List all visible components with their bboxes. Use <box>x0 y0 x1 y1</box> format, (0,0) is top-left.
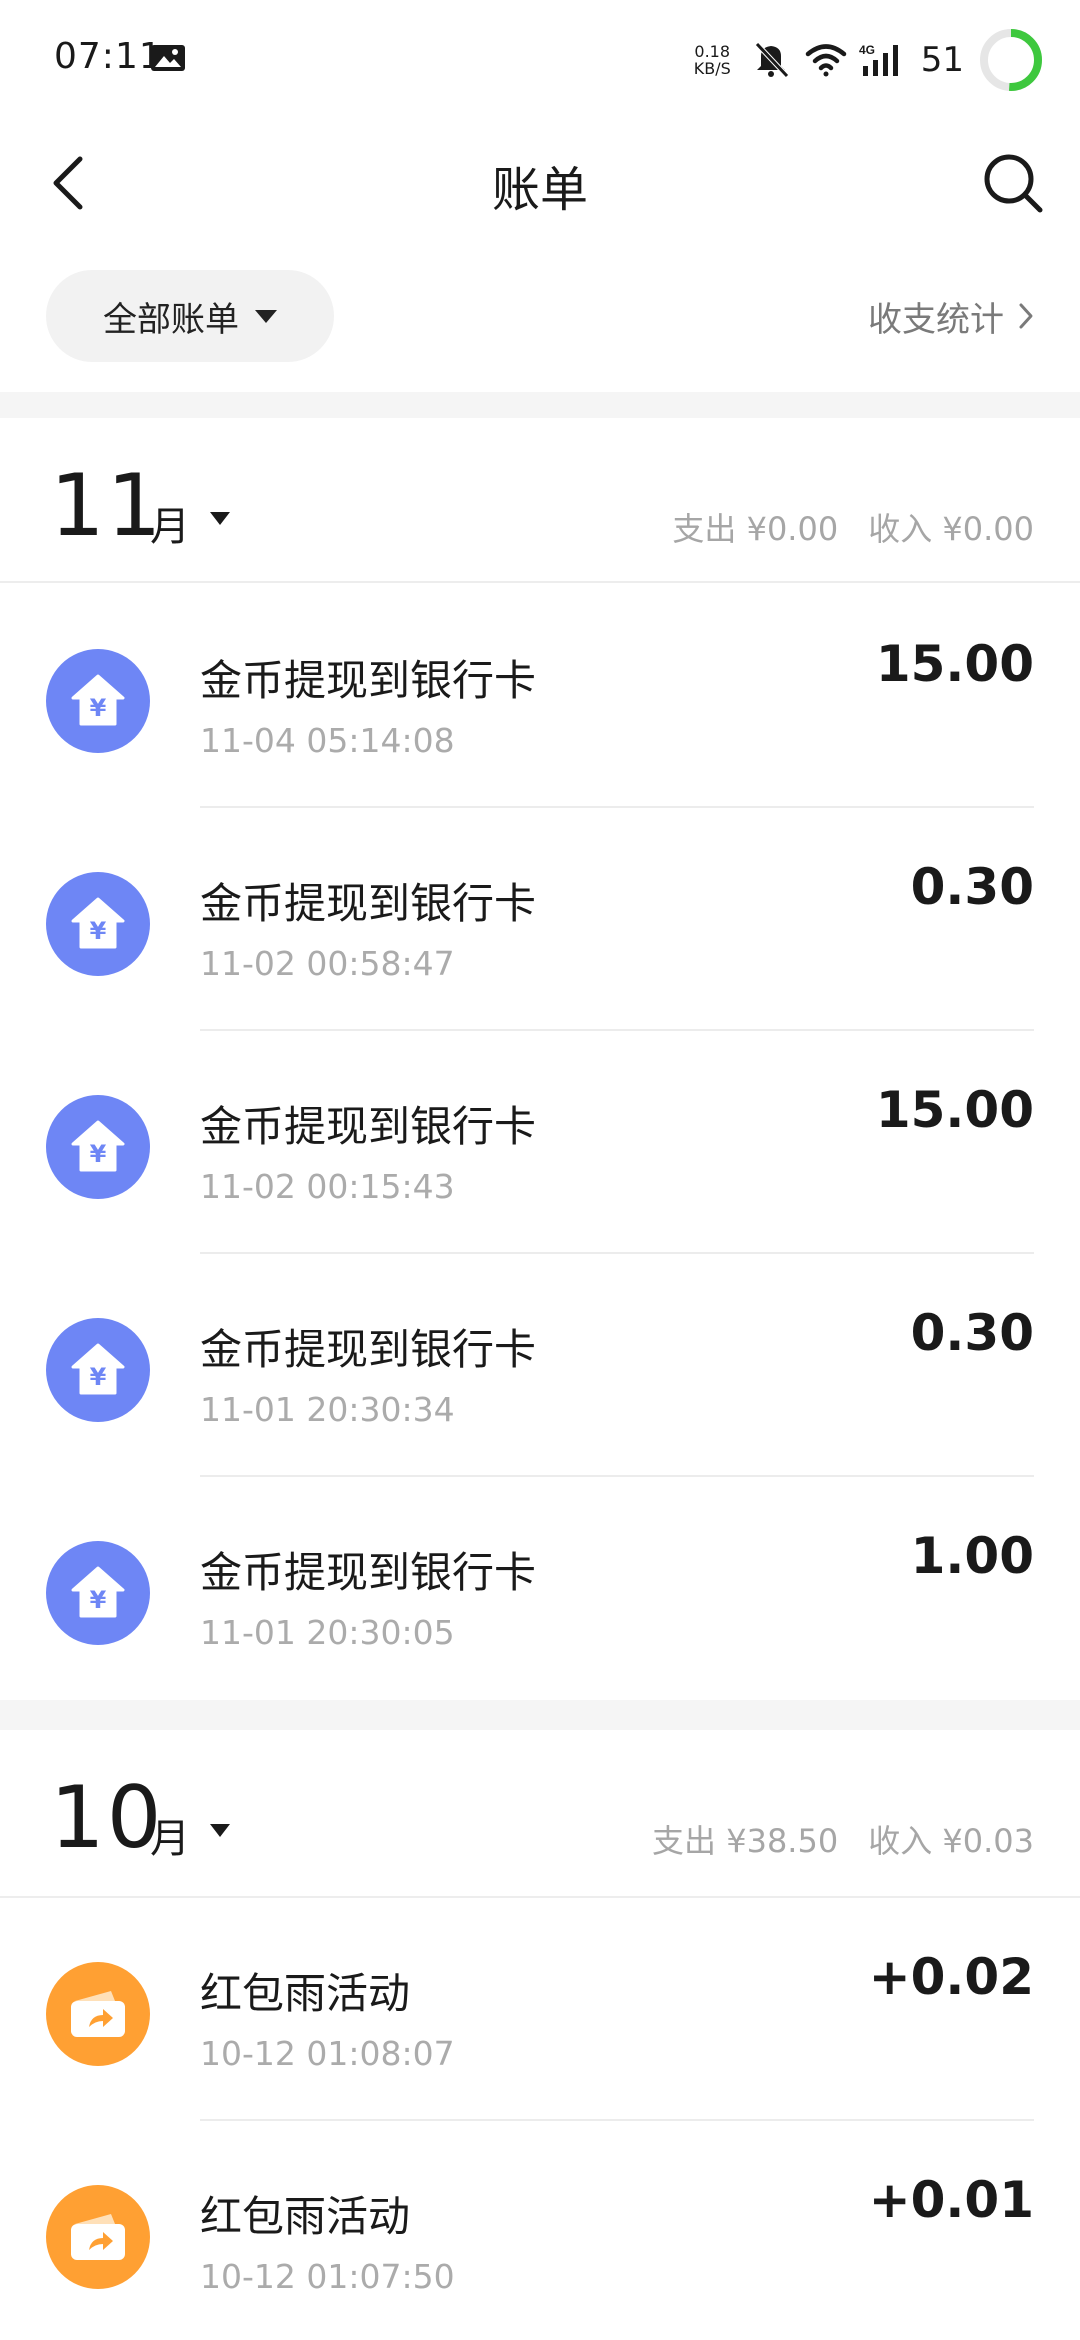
search-icon <box>984 154 1043 213</box>
transaction-amount: 15.00 <box>875 1081 1034 1139</box>
transaction-row[interactable]: ¥ 金币提现到银行卡 11-02 00:15:43 15.00 <box>0 1031 1080 1254</box>
stats-link-label: 收支统计 <box>868 299 1004 340</box>
caret-down-icon <box>210 1824 230 1837</box>
transaction-title: 金币提现到银行卡 <box>200 1548 537 1597</box>
chevron-right-icon <box>1019 303 1033 329</box>
month-number: 10 <box>50 1768 164 1868</box>
transaction-time: 11-01 20:30:05 <box>200 1613 455 1652</box>
transaction-time: 11-01 20:30:34 <box>200 1390 455 1429</box>
caret-down-icon <box>210 512 230 525</box>
bill-filter-label: 全部账单 <box>103 299 239 340</box>
transaction-amount: 0.30 <box>910 858 1034 916</box>
transaction-amount: 1.00 <box>910 1527 1034 1585</box>
svg-text:¥: ¥ <box>90 1140 107 1168</box>
transaction-title: 金币提现到银行卡 <box>200 879 537 928</box>
svg-text:4G: 4G <box>859 43 875 57</box>
transaction-time: 11-04 05:14:08 <box>200 721 455 760</box>
transaction-time: 10-12 01:08:07 <box>200 2034 455 2073</box>
battery-ring-icon <box>980 29 1042 91</box>
yuan-house-icon: ¥ <box>46 1541 150 1645</box>
transaction-row[interactable]: ¥ 金币提现到银行卡 11-04 05:14:08 15.00 <box>0 585 1080 808</box>
transaction-title: 金币提现到银行卡 <box>200 1102 537 1151</box>
transaction-time: 11-02 00:15:43 <box>200 1167 455 1206</box>
app-header: 账单 <box>0 120 1080 246</box>
transaction-amount: +0.01 <box>868 2171 1034 2229</box>
transaction-amount: +0.02 <box>868 1948 1034 2006</box>
wallet-arrow-icon <box>46 2185 150 2289</box>
yuan-house-icon: ¥ <box>46 1095 150 1199</box>
battery-level: 51 <box>920 40 964 80</box>
month-number: 11 <box>50 456 164 556</box>
caret-down-icon <box>255 309 277 323</box>
status-right-group: 0.18 KB/S 4G 51 <box>694 20 1044 100</box>
transaction-amount: 0.30 <box>910 1304 1034 1362</box>
bill-filter-dropdown[interactable]: 全部账单 <box>46 270 334 362</box>
transaction-row[interactable]: ¥ 金币提现到银行卡 11-01 20:30:05 1.00 <box>0 1477 1080 1700</box>
svg-text:¥: ¥ <box>90 917 107 945</box>
month-income: 收入 ¥0.03 <box>868 1822 1034 1860</box>
month-header-oct[interactable]: 10 月 支出 ¥38.50 收入 ¥0.03 <box>0 1730 1080 1898</box>
search-button[interactable] <box>976 146 1050 220</box>
svg-text:¥: ¥ <box>90 1586 107 1614</box>
net-speed-unit: KB/S <box>693 59 731 78</box>
transaction-row[interactable]: 红包雨活动 10-12 01:08:07 +0.02 <box>0 1898 1080 2121</box>
signal-icon: 4G <box>859 43 898 76</box>
status-time: 07:11 <box>54 36 163 77</box>
transaction-time: 10-12 01:07:50 <box>200 2257 455 2296</box>
month-summary: 支出 ¥0.00 收入 ¥0.00 <box>672 504 1034 550</box>
transaction-row[interactable]: ¥ 金币提现到银行卡 11-02 00:58:47 0.30 <box>0 808 1080 1031</box>
month-unit: 月 <box>150 1816 190 1862</box>
month-income: 收入 ¥0.00 <box>868 510 1034 548</box>
month-expense: 支出 ¥38.50 <box>652 1822 839 1860</box>
month-expense: 支出 ¥0.00 <box>672 510 839 548</box>
status-bar: 07:11 0.18 KB/S 4G 51 <box>0 0 1080 120</box>
transaction-amount: 15.00 <box>875 635 1034 693</box>
yuan-house-icon: ¥ <box>46 649 150 753</box>
transaction-title: 金币提现到银行卡 <box>200 656 537 705</box>
wallet-arrow-icon <box>46 1962 150 2066</box>
transaction-title: 红包雨活动 <box>200 1969 411 2018</box>
month-header-nov[interactable]: 11 月 支出 ¥0.00 收入 ¥0.00 <box>0 418 1080 583</box>
income-expense-stats-link[interactable]: 收支统计 <box>868 270 1034 362</box>
section-gap <box>0 392 1080 418</box>
section-gap <box>0 1700 1080 1730</box>
yuan-house-icon: ¥ <box>46 1318 150 1422</box>
net-speed-value: 0.18 <box>694 42 731 61</box>
net-speed: 0.18 KB/S <box>694 43 731 77</box>
svg-text:¥: ¥ <box>90 694 107 722</box>
transaction-row[interactable]: 红包雨活动 10-12 01:07:50 +0.01 <box>0 2121 1080 2340</box>
wifi-icon <box>805 44 846 77</box>
page-title: 账单 <box>491 162 588 218</box>
transaction-title: 红包雨活动 <box>200 2192 411 2241</box>
filter-row: 全部账单 收支统计 <box>0 270 1080 362</box>
yuan-house-icon: ¥ <box>46 872 150 976</box>
svg-text:¥: ¥ <box>90 1363 107 1391</box>
month-unit: 月 <box>150 504 190 550</box>
transaction-time: 11-02 00:58:47 <box>200 944 455 983</box>
month-summary: 支出 ¥38.50 收入 ¥0.03 <box>652 1816 1034 1862</box>
transaction-title: 金币提现到银行卡 <box>200 1325 537 1374</box>
transaction-row[interactable]: ¥ 金币提现到银行卡 11-01 20:30:34 0.30 <box>0 1254 1080 1477</box>
mute-icon <box>754 42 789 78</box>
image-icon <box>151 45 185 71</box>
